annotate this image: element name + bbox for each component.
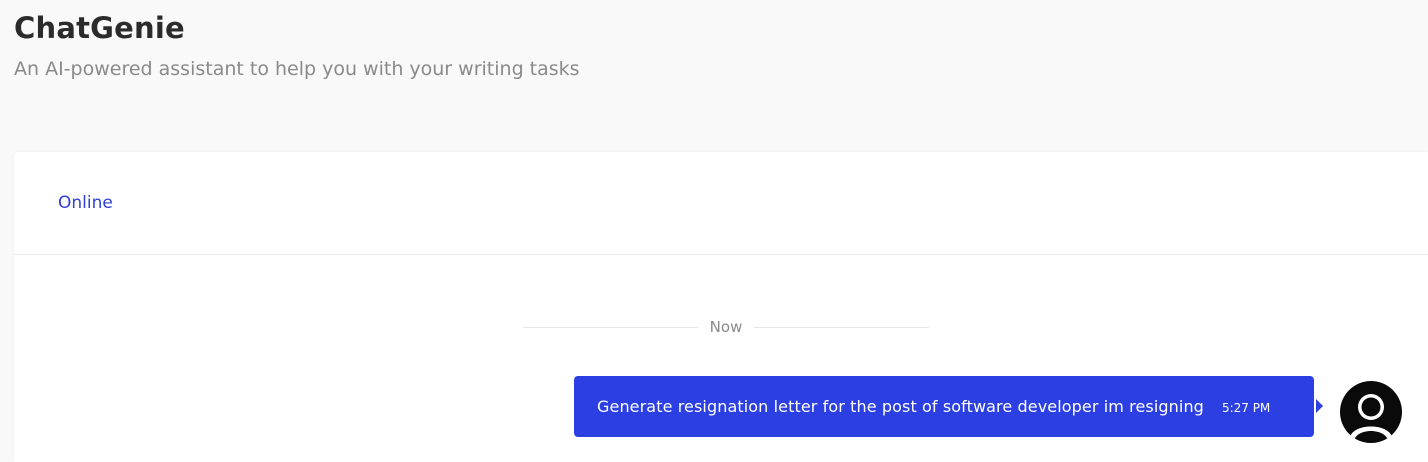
avatar-silhouette — [1350, 394, 1392, 443]
user-avatar-icon[interactable] — [1340, 381, 1402, 443]
app-title: ChatGenie — [14, 11, 185, 45]
divider-line-right — [754, 326, 930, 328]
message-timestamp: 5:27 PM — [1221, 400, 1271, 415]
bubble-tail — [1316, 399, 1323, 413]
chat-header: Online — [14, 152, 1428, 255]
divider-line-left — [523, 326, 698, 328]
online-status: Online — [58, 193, 113, 213]
time-divider: Now — [523, 316, 930, 338]
app-subtitle: An AI-powered assistant to help you with… — [14, 58, 580, 80]
message-text: Generate resignation letter for the post… — [597, 397, 1204, 416]
page-header: ChatGenie An AI-powered assistant to hel… — [14, 8, 580, 86]
chat-panel: Online Now Generate resignation letter f… — [14, 152, 1428, 462]
user-message-bubble: Generate resignation letter for the post… — [574, 376, 1314, 437]
divider-label: Now — [709, 318, 743, 336]
